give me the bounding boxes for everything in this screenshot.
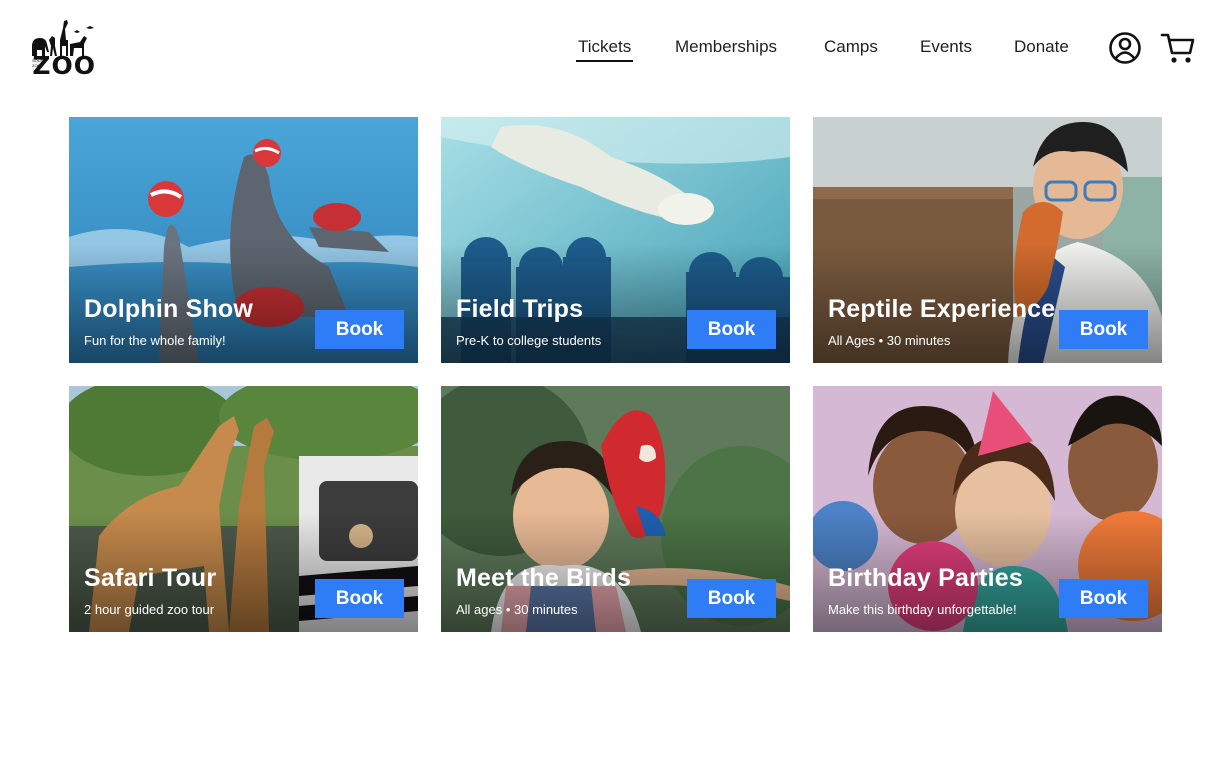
- card-title: Field Trips: [456, 295, 584, 323]
- card-subtitle: All Ages • 30 minutes: [828, 333, 951, 348]
- card-title: Reptile Experience: [828, 295, 1056, 323]
- book-button-reptile-experience[interactable]: Book: [1059, 310, 1148, 349]
- nav-camps[interactable]: Camps: [824, 34, 878, 60]
- book-button-birthday-parties[interactable]: Book: [1059, 579, 1148, 618]
- activity-card-reptile-experience[interactable]: Reptile Experience All Ages • 30 minutes…: [813, 117, 1162, 363]
- card-title: Dolphin Show: [84, 295, 254, 323]
- book-button-safari-tour[interactable]: Book: [315, 579, 404, 618]
- nav-tickets[interactable]: Tickets: [575, 34, 634, 62]
- activity-card-meet-the-birds[interactable]: Meet the Birds All ages • 30 minutes Boo…: [441, 386, 790, 632]
- book-button-field-trips[interactable]: Book: [687, 310, 776, 349]
- card-subtitle: All ages • 30 minutes: [456, 602, 578, 617]
- card-subtitle: Pre-K to college students: [456, 333, 602, 348]
- activity-card-birthday-parties[interactable]: Birthday Parties Make this birthday unfo…: [813, 386, 1162, 632]
- card-subtitle: Make this birthday unforgettable!: [828, 602, 1017, 617]
- activity-card-safari-tour[interactable]: Safari Tour 2 hour guided zoo tour Book: [69, 386, 418, 632]
- logo-wordmark: ZOO: [32, 51, 96, 80]
- book-button-dolphin-show[interactable]: Book: [315, 310, 404, 349]
- card-subtitle: 2 hour guided zoo tour: [84, 602, 215, 617]
- activity-card-dolphin-show[interactable]: Dolphin Show Fun for the whole family! B…: [69, 117, 418, 363]
- activity-card-field-trips[interactable]: Field Trips Pre-K to college students Bo…: [441, 117, 790, 363]
- nav-events[interactable]: Events: [920, 34, 972, 60]
- nav-donate[interactable]: Donate: [1014, 34, 1069, 60]
- book-button-meet-the-birds[interactable]: Book: [687, 579, 776, 618]
- nav-memberships[interactable]: Memberships: [675, 34, 777, 60]
- account-circle-icon[interactable]: [1108, 31, 1142, 65]
- card-title: Meet the Birds: [456, 564, 632, 592]
- shopping-cart-icon[interactable]: [1160, 31, 1196, 65]
- site-header: SOUTH ZOO ZOO Tickets Memberships Camps …: [0, 0, 1230, 100]
- card-title: Safari Tour: [84, 564, 217, 592]
- card-subtitle: Fun for the whole family!: [84, 333, 226, 348]
- zoo-logo[interactable]: SOUTH ZOO ZOO: [30, 18, 96, 80]
- card-title: Birthday Parties: [828, 564, 1023, 592]
